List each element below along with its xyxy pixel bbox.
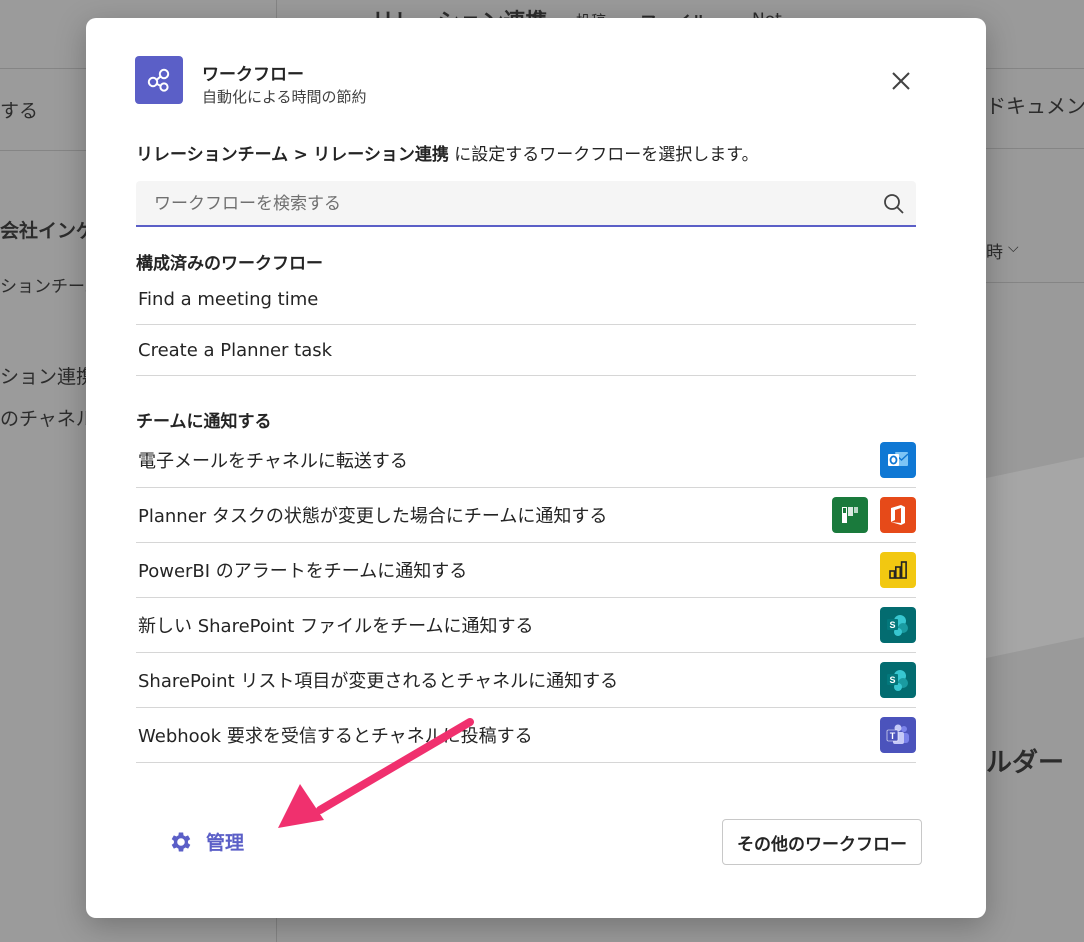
list-item[interactable]: Create a Planner task [136, 325, 916, 376]
list-item[interactable]: SharePoint リスト項目が変更されるとチャネルに通知する S [136, 653, 916, 708]
gear-icon [171, 831, 191, 852]
background-right-item: 時 [986, 243, 1003, 263]
more-workflows-button[interactable]: その他のワークフロー [722, 819, 922, 865]
configured-workflows-list: Find a meeting time Create a Planner tas… [136, 274, 916, 376]
search-input[interactable] [152, 181, 856, 227]
notify-team-heading: チームに通知する [136, 412, 272, 432]
office-icon [880, 497, 916, 533]
search-box[interactable] [136, 181, 916, 227]
instruction-suffix: に設定するワークフローを選択します。 [454, 145, 759, 165]
configured-workflows-heading: 構成済みのワークフロー [136, 254, 323, 274]
breadcrumb-separator: > [293, 145, 308, 165]
list-item-label: Webhook 要求を受信するとチャネルに投稿する [138, 726, 533, 747]
chevron-down-icon: ⌵ [1008, 240, 1019, 256]
breadcrumb-team: リレーションチーム [136, 145, 289, 165]
list-item[interactable]: PowerBI のアラートをチームに通知する [136, 543, 916, 598]
background-left-item: ション連携 [0, 366, 96, 388]
breadcrumb-channel: リレーション連携 [313, 145, 449, 165]
background-right-item: ルダー [986, 748, 1065, 778]
list-item[interactable]: Find a meeting time [136, 274, 916, 325]
powerbi-icon [880, 552, 916, 588]
search-icon[interactable] [882, 192, 906, 216]
list-item-label: SharePoint リスト項目が変更されるとチャネルに通知する [138, 671, 619, 692]
svg-text:S: S [889, 675, 895, 685]
share-nodes-icon [147, 68, 170, 92]
background-left-item: のチャネル [0, 408, 95, 430]
close-icon [892, 72, 910, 90]
close-button[interactable] [886, 66, 916, 96]
sharepoint-icon: S [880, 607, 916, 643]
list-item[interactable]: Webhook 要求を受信するとチャネルに投稿する T [136, 708, 916, 763]
svg-text:T: T [890, 731, 896, 741]
notify-team-list: 電子メールをチャネルに転送する Planner タスクの状態が変更した場合にチー… [136, 433, 916, 763]
svg-text:S: S [889, 620, 895, 630]
workflow-app-icon [135, 56, 183, 104]
manage-label: 管理 [206, 832, 245, 854]
list-item[interactable]: Planner タスクの状態が変更した場合にチームに通知する [136, 488, 916, 543]
list-item-label: 新しい SharePoint ファイルをチームに通知する [138, 616, 534, 637]
background-left-item: する [0, 100, 39, 122]
dialog-title: ワークフロー [202, 65, 304, 85]
list-item-label: Planner タスクの状態が変更した場合にチームに通知する [138, 506, 608, 527]
workflow-dialog: ワークフロー 自動化による時間の節約 リレーションチーム > リレーション連携 … [86, 18, 986, 918]
teams-icon: T [880, 717, 916, 753]
outlook-icon [880, 442, 916, 478]
instruction-text: リレーションチーム > リレーション連携 に設定するワークフローを選択します。 [136, 140, 759, 165]
list-item-label: PowerBI のアラートをチームに通知する [138, 561, 468, 582]
dialog-subtitle: 自動化による時間の節約 [202, 88, 367, 106]
list-item-label: Create a Planner task [138, 339, 333, 361]
background-right-item: ドキュメン [986, 94, 1084, 118]
planner-icon [832, 497, 868, 533]
list-item[interactable]: 新しい SharePoint ファイルをチームに通知する S [136, 598, 916, 653]
list-item-label: Find a meeting time [138, 288, 319, 310]
manage-button[interactable]: 管理 [168, 828, 244, 855]
sharepoint-icon: S [880, 662, 916, 698]
list-item-label: 電子メールをチャネルに転送する [138, 451, 408, 472]
list-item[interactable]: 電子メールをチャネルに転送する [136, 433, 916, 488]
